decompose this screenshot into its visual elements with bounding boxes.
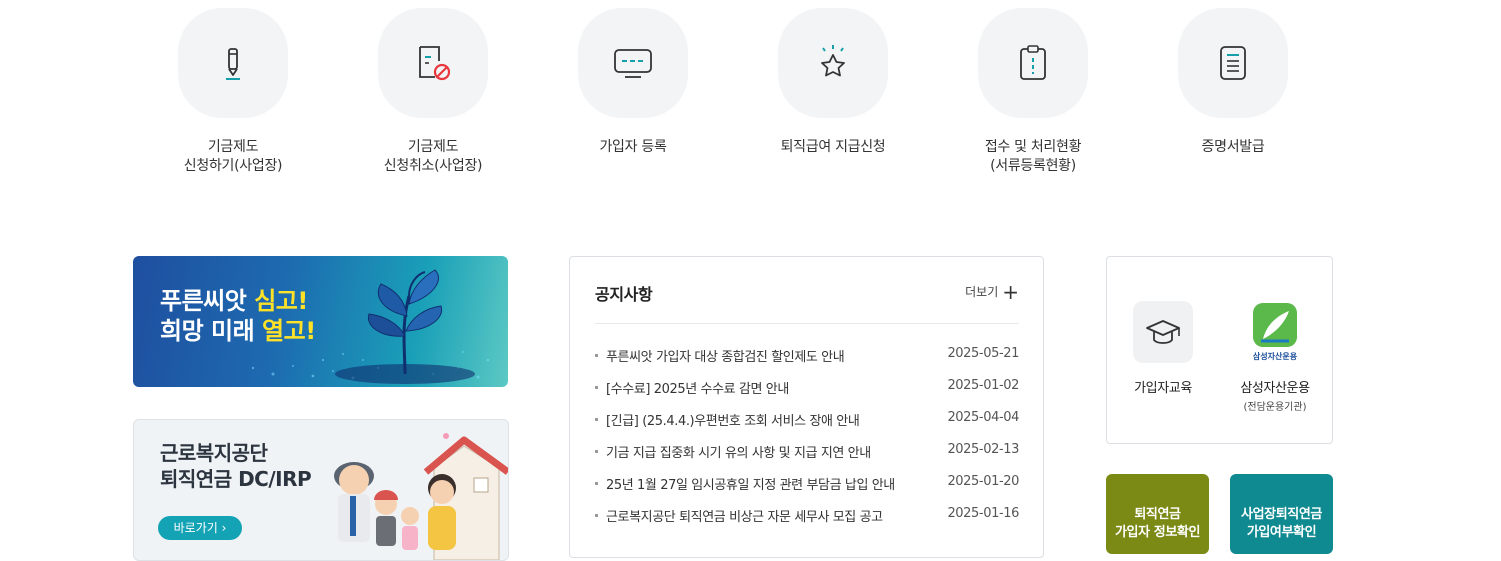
notice-item-date: 2025-05-21 [947, 346, 1019, 361]
plus-icon: + [1002, 279, 1019, 304]
notice-item-date: 2025-01-16 [947, 506, 1019, 521]
pencil-icon [178, 8, 288, 118]
banner2-line2: 퇴직연금 DC/IRP [160, 467, 312, 491]
pension-info-button[interactable]: 퇴직연금 가입자 정보확인 [1106, 474, 1209, 554]
notice-item[interactable]: 근로복지공단 퇴직연금 비상근 자문 세무사 모집 공고 2025-01-16 [595, 506, 1019, 538]
quick-menu: 기금제도 신청하기(사업장) 기금제도 신청취소(사업장) 가입자 등록 퇴직급… [0, 0, 1501, 200]
notice-item-title: [수수료] 2025년 수수료 감면 안내 [595, 378, 789, 410]
samsung-asset-link[interactable]: 삼성자산운용 삼성자산운용 (전담운용기관) [1219, 301, 1331, 413]
banner1-text: 푸른씨앗 심고! 희망 미래 열고! [160, 286, 316, 346]
quick-label: 기금제도 신청하기(사업장) [183, 139, 283, 174]
education-label: 가입자교육 [1134, 381, 1192, 396]
notice-item-title: 근로복지공단 퇴직연금 비상근 자문 세무사 모집 공고 [595, 506, 883, 538]
related-links-box: 가입자교육 삼성자산운용 삼성자산운용 (전담운용기관) [1106, 256, 1333, 444]
clipboard-icon [978, 8, 1088, 118]
notice-item-title: 푸른씨앗 가입자 대상 종합검진 할인제도 안내 [595, 346, 845, 378]
banner1-line2-b: 열고! [262, 317, 316, 345]
star-icon [778, 8, 888, 118]
quick-item-certificate[interactable]: 증명서발급 [1133, 8, 1333, 157]
notice-box: 공지사항 더보기 + 푸른씨앗 가입자 대상 종합검진 할인제도 안내 2025-… [569, 256, 1044, 558]
notice-item-date: 2025-01-20 [947, 474, 1019, 489]
banner2-line1: 근로복지공단 [160, 441, 268, 465]
quick-item-fund-cancel[interactable]: 기금제도 신청취소(사업장) [333, 8, 533, 176]
more-link[interactable]: 더보기 + [965, 279, 1019, 304]
quick-label: 퇴직급여 지급신청 [780, 139, 886, 155]
monitor-icon [578, 8, 688, 118]
samsung-logo-icon: 삼성자산운용 [1245, 301, 1305, 363]
member-education-link[interactable]: 가입자교육 [1107, 301, 1219, 396]
enrollment-check-button[interactable]: 사업장퇴직연금 가입여부확인 [1230, 474, 1333, 554]
samsung-label: 삼성자산운용 [1240, 381, 1310, 396]
quick-item-status[interactable]: 접수 및 처리현황 (서류등록현황) [933, 8, 1133, 176]
quick-label: 증명서발급 [1201, 139, 1265, 155]
shortcut-button[interactable]: 바로가기 › [158, 516, 242, 540]
notice-item[interactable]: 기금 지급 집중화 시기 유의 사항 및 지급 지연 안내 2025-02-13 [595, 442, 1019, 474]
document-cancel-icon [378, 8, 488, 118]
quick-item-fund-apply[interactable]: 기금제도 신청하기(사업장) [133, 8, 333, 176]
notice-item-title: 25년 1월 27일 임시공휴일 지정 관련 부담금 납입 안내 [595, 474, 895, 506]
quick-item-retirement-claim[interactable]: 퇴직급여 지급신청 [733, 8, 933, 157]
notice-item-title: [긴급] (25.4.4.)우편번호 조회 서비스 장애 안내 [595, 410, 860, 442]
quick-label: 기금제도 신청취소(사업장) [383, 139, 483, 174]
banner-dc-irp[interactable]: 근로복지공단 퇴직연금 DC/IRP 바로가기 › [133, 419, 509, 561]
notice-item[interactable]: 25년 1월 27일 임시공휴일 지정 관련 부담금 납입 안내 2025-01-… [595, 474, 1019, 506]
banner-blue-seed[interactable]: 푸른씨앗 심고! 희망 미래 열고! [133, 256, 508, 387]
banner1-line1-a: 푸른씨앗 [160, 287, 255, 315]
notice-item-date: 2025-04-04 [947, 410, 1019, 425]
banner1-line2-a: 희망 미래 [160, 317, 263, 345]
banner2-title: 근로복지공단 퇴직연금 DC/IRP [160, 440, 312, 492]
notice-item[interactable]: 푸른씨앗 가입자 대상 종합검진 할인제도 안내 2025-05-21 [595, 346, 1019, 378]
notice-item[interactable]: [긴급] (25.4.4.)우편번호 조회 서비스 장애 안내 2025-04-0… [595, 410, 1019, 442]
notice-title: 공지사항 [595, 285, 653, 304]
notice-list: 푸른씨앗 가입자 대상 종합검진 할인제도 안내 2025-05-21 [수수료]… [595, 346, 1019, 538]
samsung-sub-label: (전담운용기관) [1243, 402, 1307, 413]
quick-label: 접수 및 처리현황 (서류등록현황) [984, 139, 1082, 174]
notice-item[interactable]: [수수료] 2025년 수수료 감면 안내 2025-01-02 [595, 378, 1019, 410]
certificate-icon [1178, 8, 1288, 118]
notice-header: 공지사항 더보기 + [595, 281, 1019, 324]
notice-item-date: 2025-01-02 [947, 378, 1019, 393]
more-label: 더보기 [965, 285, 999, 299]
banner1-line1-b: 심고! [254, 287, 308, 315]
notice-item-title: 기금 지급 집중화 시기 유의 사항 및 지급 지연 안내 [595, 442, 871, 474]
quick-item-member-register[interactable]: 가입자 등록 [533, 8, 733, 157]
graduation-cap-icon [1133, 301, 1193, 363]
samsung-logo-text: 삼성자산운용 [1253, 351, 1298, 361]
notice-item-date: 2025-02-13 [947, 442, 1019, 457]
family-illustration [334, 433, 508, 560]
quick-label: 가입자 등록 [599, 139, 667, 155]
